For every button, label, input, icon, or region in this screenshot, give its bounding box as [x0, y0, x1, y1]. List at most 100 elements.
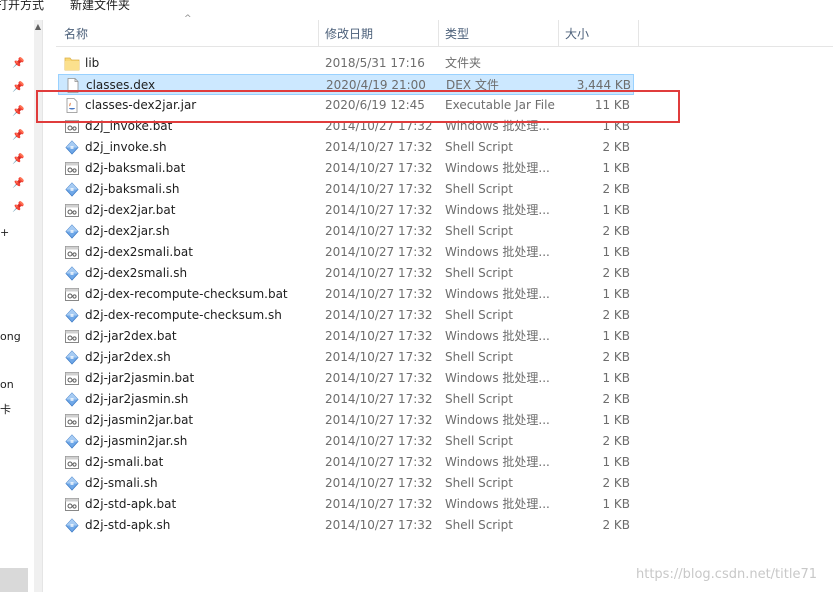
file-name: d2j_invoke.sh [85, 140, 167, 154]
file-type: Windows 批处理... [445, 203, 550, 217]
column-header-size[interactable]: 大小 [565, 20, 589, 46]
column-divider[interactable] [438, 20, 439, 46]
nav-item-label[interactable]: 卡 [0, 401, 11, 417]
file-row[interactable]: d2j-dex2jar.sh 2014/10/27 17:32 Shell Scri… [58, 221, 634, 242]
file-name: classes.dex [86, 78, 156, 92]
folder-icon [64, 56, 80, 71]
pin-icon: 📌 [12, 106, 25, 117]
file-row[interactable]: d2j-dex2jar.bat 2014/10/27 17:32 Windows 批… [58, 200, 634, 221]
file-date: 2014/10/27 17:32 [325, 140, 433, 154]
file-size: 1 KB [602, 413, 630, 427]
file-size: 2 KB [602, 308, 630, 322]
file-row[interactable]: classes-dex2jar.jar 2020/6/19 12:45 Execut… [58, 95, 634, 116]
column-header-date[interactable]: 修改日期 [325, 20, 373, 46]
file-type: Shell Script [445, 308, 513, 322]
file-name: d2j-jar2jasmin.sh [85, 392, 189, 406]
nav-item-label[interactable]: + [0, 226, 9, 239]
file-row[interactable]: d2j-smali.sh 2014/10/27 17:32 Shell Script… [58, 473, 634, 494]
file-name: d2j-std-apk.sh [85, 518, 171, 532]
file-name: d2j-jasmin2jar.sh [85, 434, 188, 448]
file-row[interactable]: d2j-jar2jasmin.sh 2014/10/27 17:32 Shell S… [58, 389, 634, 410]
open-with-button[interactable]: 打开方式 [0, 0, 44, 13]
file-date: 2014/10/27 17:32 [325, 245, 433, 259]
column-header-type[interactable]: 类型 [445, 20, 469, 46]
file-date: 2014/10/27 17:32 [325, 518, 433, 532]
file-type: Windows 批处理... [445, 161, 550, 175]
file-row[interactable]: d2j-jasmin2jar.bat 2014/10/27 17:32 Window… [58, 410, 634, 431]
file-row[interactable]: d2j-dex-recompute-checksum.sh 2014/10/27 … [58, 305, 634, 326]
sh-icon [64, 518, 80, 533]
file-row[interactable]: d2j-jar2jasmin.bat 2014/10/27 17:32 Window… [58, 368, 634, 389]
file-row[interactable]: d2j-jasmin2jar.sh 2014/10/27 17:32 Shell S… [58, 431, 634, 452]
pin-icon: 📌 [12, 58, 25, 69]
file-date: 2020/6/19 12:45 [325, 98, 425, 112]
nav-selected-item[interactable] [0, 568, 28, 592]
bat-icon [64, 245, 80, 260]
ribbon-toolbar: 打开方式 新建文件夹 [0, 0, 833, 14]
file-type: 文件夹 [445, 56, 482, 70]
file-name: d2j-std-apk.bat [85, 497, 177, 511]
file-date: 2018/5/31 17:16 [325, 56, 425, 70]
file-row[interactable]: d2j-baksmali.sh 2014/10/27 17:32 Shell Scr… [58, 179, 634, 200]
file-row[interactable]: lib 2018/5/31 17:16 文件夹 [58, 53, 634, 74]
pin-icon: 📌 [12, 178, 25, 189]
file-row[interactable]: classes.dex 2020/4/19 21:00 DEX 文件 3,444 KB [58, 74, 634, 95]
sh-icon [64, 308, 80, 323]
column-divider[interactable] [638, 20, 639, 46]
file-row[interactable]: d2j-smali.bat 2014/10/27 17:32 Windows 批处理… [58, 452, 634, 473]
sh-icon [64, 140, 80, 155]
file-row[interactable]: d2j-std-apk.sh 2014/10/27 17:32 Shell Scri… [58, 515, 634, 536]
file-name: d2j-dex2smali.sh [85, 266, 188, 280]
file-size: 1 KB [602, 203, 630, 217]
file-size: 1 KB [602, 245, 630, 259]
file-date: 2014/10/27 17:32 [325, 434, 433, 448]
file-row[interactable]: d2j-jar2dex.sh 2014/10/27 17:32 Shell Scri… [58, 347, 634, 368]
file-size: 1 KB [602, 455, 630, 469]
file-row[interactable]: d2j-dex-recompute-checksum.bat 2014/10/27… [58, 284, 634, 305]
file-row[interactable]: d2j-std-apk.bat 2014/10/27 17:32 Windows 批… [58, 494, 634, 515]
nav-scrollbar[interactable]: ▲ [34, 20, 42, 592]
file-type: Windows 批处理... [445, 329, 550, 343]
bat-icon [64, 203, 80, 218]
bat-icon [64, 371, 80, 386]
file-type: Shell Script [445, 182, 513, 196]
file-date: 2014/10/27 17:32 [325, 350, 433, 364]
file-date: 2014/10/27 17:32 [325, 287, 433, 301]
nav-item-label[interactable]: on [0, 378, 14, 391]
file-date: 2014/10/27 17:32 [325, 392, 433, 406]
file-size: 1 KB [602, 497, 630, 511]
column-header-row: ^ 名称 修改日期 类型 大小 [56, 14, 833, 47]
column-divider[interactable] [558, 20, 559, 46]
pin-icon: 📌 [12, 130, 25, 141]
file-row[interactable]: d2j_invoke.sh 2014/10/27 17:32 Shell Scrip… [58, 137, 634, 158]
file-row[interactable]: d2j-dex2smali.sh 2014/10/27 17:32 Shell Sc… [58, 263, 634, 284]
file-name: d2j-dex-recompute-checksum.bat [85, 287, 288, 301]
file-name: d2j-dex-recompute-checksum.sh [85, 308, 282, 322]
file-row[interactable]: d2j_invoke.bat 2014/10/27 17:32 Windows 批处… [58, 116, 634, 137]
file-name: d2j-baksmali.bat [85, 161, 186, 175]
scroll-up-icon[interactable]: ▲ [34, 22, 42, 31]
file-type: Shell Script [445, 392, 513, 406]
column-divider[interactable] [318, 20, 319, 46]
file-size: 2 KB [602, 350, 630, 364]
pin-icon: 📌 [12, 82, 25, 93]
file-size: 2 KB [602, 434, 630, 448]
sh-icon [64, 392, 80, 407]
new-folder-button[interactable]: 新建文件夹 [70, 0, 130, 13]
file-size: 2 KB [602, 182, 630, 196]
pin-icon: 📌 [12, 202, 25, 213]
bat-icon [64, 287, 80, 302]
sh-icon [64, 224, 80, 239]
file-name: d2j-jasmin2jar.bat [85, 413, 194, 427]
file-row[interactable]: d2j-baksmali.bat 2014/10/27 17:32 Windows … [58, 158, 634, 179]
file-size: 1 KB [602, 119, 630, 133]
nav-item-label[interactable]: ong [0, 330, 21, 343]
jar-icon [64, 98, 80, 113]
file-row[interactable]: d2j-dex2smali.bat 2014/10/27 17:32 Windows… [58, 242, 634, 263]
file-date: 2014/10/27 17:32 [325, 182, 433, 196]
column-header-name[interactable]: 名称 [64, 20, 88, 46]
file-name: d2j-dex2smali.bat [85, 245, 193, 259]
file-row[interactable]: d2j-jar2dex.bat 2014/10/27 17:32 Windows 批… [58, 326, 634, 347]
file-date: 2014/10/27 17:32 [325, 161, 433, 175]
pin-icon: 📌 [12, 154, 25, 165]
